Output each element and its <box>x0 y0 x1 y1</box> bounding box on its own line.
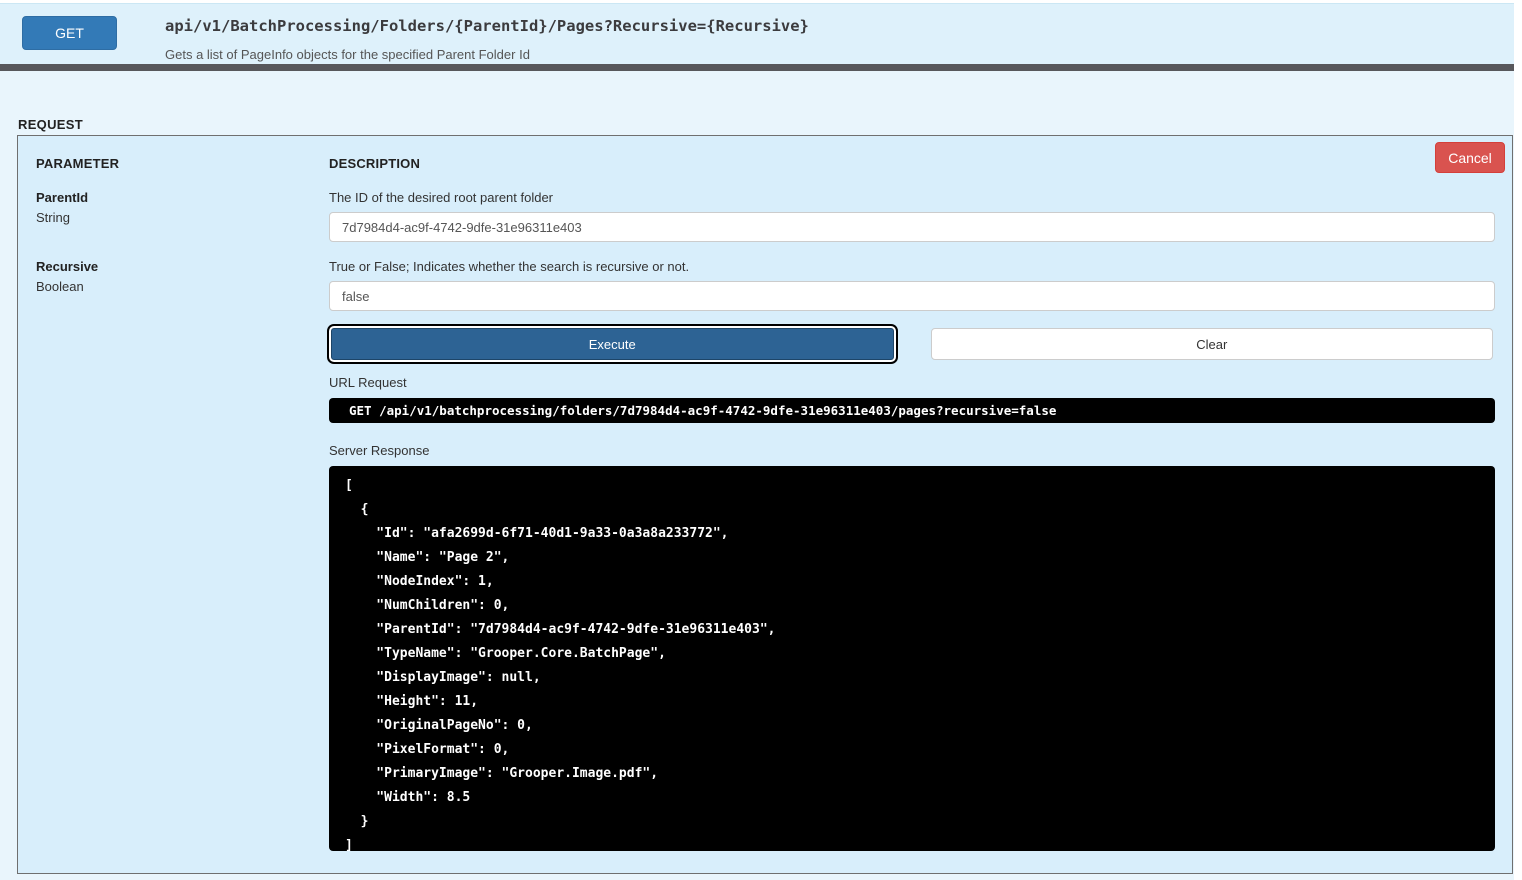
endpoint-summary: Gets a list of PageInfo objects for the … <box>165 47 530 62</box>
clear-button[interactable]: Clear <box>930 328 1493 360</box>
request-section-label: REQUEST <box>18 117 83 132</box>
url-request-label: URL Request <box>329 375 407 390</box>
endpoint-path: api/v1/BatchProcessing/Folders/{ParentId… <box>165 17 809 35</box>
parameter-info: ParentId String <box>36 188 329 242</box>
http-method-label: GET <box>55 25 84 41</box>
request-section: Cancel REQUEST PARAMETER DESCRIPTION Par… <box>0 117 1514 874</box>
cancel-button[interactable]: Cancel <box>1435 142 1505 173</box>
request-box: PARAMETER DESCRIPTION ParentId String Th… <box>17 135 1513 874</box>
parameter-row-recursive: Recursive Boolean True or False; Indicat… <box>36 257 1495 311</box>
http-method-button[interactable]: GET <box>22 16 117 50</box>
server-response-label: Server Response <box>329 443 430 458</box>
parameter-description-cell: The ID of the desired root parent folder <box>329 188 1495 242</box>
url-request-console: GET /api/v1/batchprocessing/folders/7d79… <box>329 398 1495 423</box>
parentid-input[interactable] <box>329 212 1495 242</box>
cancel-button-label: Cancel <box>1448 149 1492 166</box>
parameter-description: The ID of the desired root parent folder <box>329 190 554 205</box>
parameter-table-header: PARAMETER DESCRIPTION <box>36 156 1495 171</box>
execute-button[interactable]: Execute <box>331 328 894 360</box>
parameter-row-parentid: ParentId String The ID of the desired ro… <box>36 188 1495 242</box>
parameter-info: Recursive Boolean <box>36 257 329 311</box>
parameter-name: Recursive <box>36 259 99 274</box>
api-endpoint-page: GET api/v1/BatchProcessing/Folders/{Pare… <box>0 3 1514 880</box>
parameter-type: String <box>36 210 70 225</box>
parameter-name: ParentId <box>36 190 89 205</box>
header-divider-bar <box>0 64 1514 71</box>
execute-button-label: Execute <box>588 336 636 352</box>
parameter-column-header: PARAMETER <box>36 156 120 171</box>
parameter-type: Boolean <box>36 279 84 294</box>
description-column-header: DESCRIPTION <box>329 156 421 171</box>
endpoint-header: GET api/v1/BatchProcessing/Folders/{Pare… <box>0 3 1514 64</box>
clear-button-label: Clear <box>1196 336 1228 352</box>
parameter-description: True or False; Indicates whether the sea… <box>329 259 690 274</box>
recursive-input[interactable] <box>329 281 1495 311</box>
parameter-description-cell: True or False; Indicates whether the sea… <box>329 257 1495 311</box>
server-response-console: [ { "Id": "afa2699d-6f71-40d1-9a33-0a3a8… <box>329 466 1495 851</box>
action-buttons: Execute Clear <box>329 326 1495 362</box>
server-response-json: [ { "Id": "afa2699d-6f71-40d1-9a33-0a3a8… <box>345 478 776 851</box>
